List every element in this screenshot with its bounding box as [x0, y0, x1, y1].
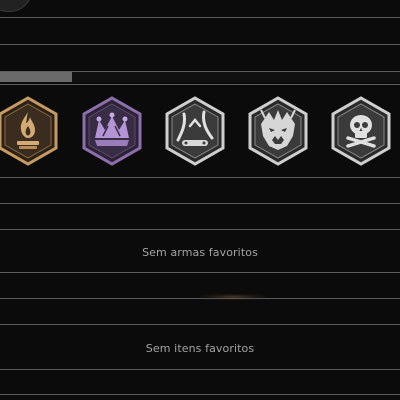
divider: [0, 229, 400, 230]
divider: [0, 272, 400, 273]
skull-badge[interactable]: [330, 96, 392, 166]
divider: [0, 177, 400, 178]
favorite-items-empty-text: Sem itens favoritos: [145, 342, 255, 355]
divider: [0, 44, 400, 45]
claw-badge[interactable]: [164, 96, 226, 166]
divider: [0, 394, 400, 395]
favorite-weapons-empty-text: Sem armas favoritos: [142, 246, 258, 259]
divider: [0, 298, 400, 299]
crown-icon: [95, 112, 129, 146]
progress-fill: [0, 72, 72, 82]
blurred-artifact: [201, 294, 265, 300]
profile-corner-button[interactable]: [0, 0, 32, 12]
beast-badge[interactable]: [247, 96, 309, 166]
divider: [0, 324, 400, 325]
divider: [0, 369, 400, 370]
progress-bar: [0, 72, 400, 82]
crown-badge[interactable]: [81, 96, 143, 166]
divider: [0, 203, 400, 204]
divider: [0, 84, 400, 85]
badge-row: [0, 96, 400, 166]
divider: [0, 17, 400, 18]
fire-badge[interactable]: [0, 96, 59, 166]
